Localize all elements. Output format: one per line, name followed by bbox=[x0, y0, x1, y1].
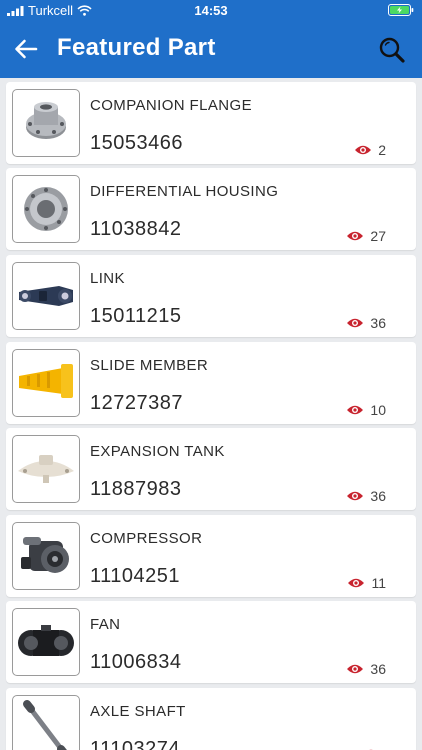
part-thumbnail bbox=[12, 608, 80, 676]
part-card[interactable]: COMPANION FLANGE 15053466 2 bbox=[6, 82, 416, 164]
view-count-value: 27 bbox=[370, 228, 386, 244]
part-number: 11038842 bbox=[90, 218, 182, 240]
compressor-image bbox=[21, 537, 69, 573]
view-count: 36 bbox=[346, 661, 386, 677]
part-thumbnail bbox=[12, 89, 80, 157]
eye-icon bbox=[355, 145, 372, 155]
part-number: 12727387 bbox=[90, 392, 183, 414]
view-count-value: 36 bbox=[370, 315, 386, 331]
view-count-value: 36 bbox=[370, 488, 386, 504]
eye-icon bbox=[347, 318, 364, 328]
eye-icon bbox=[348, 578, 365, 588]
view-count: 36 bbox=[346, 315, 386, 331]
part-number: 15011215 bbox=[90, 305, 182, 327]
view-count-value: 11 bbox=[371, 575, 386, 591]
part-name: FAN bbox=[90, 616, 121, 633]
featured-parts-list[interactable]: COMPANION FLANGE 15053466 2 DIFFERENTIAL… bbox=[0, 78, 422, 750]
part-card[interactable]: FAN 11006834 36 bbox=[6, 601, 416, 683]
part-name: DIFFERENTIAL HOUSING bbox=[90, 183, 279, 200]
link-image bbox=[19, 286, 73, 306]
status-time: 14:53 bbox=[194, 3, 228, 18]
part-name: AXLE SHAFT bbox=[90, 703, 186, 720]
part-name: LINK bbox=[90, 270, 125, 287]
axle-shaft-image bbox=[23, 700, 67, 750]
view-count-value: 10 bbox=[370, 402, 386, 418]
view-count: 36 bbox=[346, 488, 386, 504]
part-thumbnail bbox=[12, 695, 80, 750]
view-count: 10 bbox=[346, 402, 386, 418]
part-number: 11103274 bbox=[90, 738, 181, 750]
part-name: EXPANSION TANK bbox=[90, 443, 225, 460]
search-button[interactable] bbox=[376, 34, 408, 66]
part-number: 11104251 bbox=[90, 565, 181, 587]
part-thumbnail bbox=[12, 435, 80, 503]
view-count: 27 bbox=[346, 228, 386, 244]
eye-icon bbox=[347, 405, 364, 415]
search-icon bbox=[379, 37, 405, 63]
view-count-value: 2 bbox=[378, 142, 386, 158]
view-count: 11 bbox=[347, 575, 386, 591]
back-button[interactable] bbox=[10, 33, 42, 65]
status-bar: Turkcell 14:53 bbox=[0, 0, 422, 22]
slide-member-image bbox=[19, 364, 73, 398]
fan-image bbox=[18, 625, 74, 656]
app-header: Turkcell 14:53 Featured Part bbox=[0, 0, 422, 78]
part-thumbnail bbox=[12, 262, 80, 330]
part-thumbnail bbox=[12, 349, 80, 417]
arrow-left-icon bbox=[15, 39, 38, 59]
eye-icon bbox=[347, 231, 364, 241]
part-card[interactable]: LINK 15011215 36 bbox=[6, 255, 416, 337]
differential-housing-image bbox=[24, 187, 68, 231]
part-number: 15053466 bbox=[90, 132, 183, 154]
view-count-value: 36 bbox=[370, 661, 386, 677]
view-count: 2 bbox=[354, 142, 386, 158]
part-name: SLIDE MEMBER bbox=[90, 357, 209, 374]
part-thumbnail bbox=[12, 175, 80, 243]
page-title: Featured Part bbox=[57, 34, 216, 61]
part-card[interactable]: AXLE SHAFT 11103274 bbox=[6, 688, 416, 750]
part-card[interactable]: SLIDE MEMBER 12727387 10 bbox=[6, 342, 416, 424]
battery-charging-icon bbox=[388, 4, 414, 16]
eye-icon bbox=[347, 664, 364, 674]
title-bar: Featured Part bbox=[0, 28, 422, 72]
part-card[interactable]: DIFFERENTIAL HOUSING 11038842 27 bbox=[6, 168, 416, 250]
part-number: 11887983 bbox=[90, 478, 182, 500]
part-number: 11006834 bbox=[90, 651, 182, 673]
companion-flange-image bbox=[26, 102, 66, 139]
eye-icon bbox=[347, 491, 364, 501]
part-card[interactable]: COMPRESSOR 11104251 11 bbox=[6, 515, 416, 597]
part-name: COMPANION FLANGE bbox=[90, 97, 252, 114]
status-right bbox=[388, 4, 414, 16]
part-card[interactable]: EXPANSION TANK 11887983 36 bbox=[6, 428, 416, 510]
part-thumbnail bbox=[12, 522, 80, 590]
part-name: COMPRESSOR bbox=[90, 530, 203, 547]
expansion-tank-image bbox=[18, 455, 74, 483]
